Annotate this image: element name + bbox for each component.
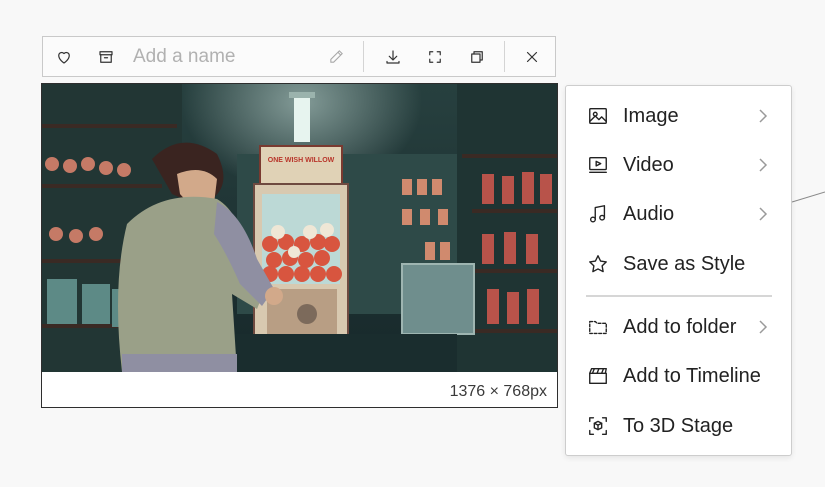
pencil-icon: [329, 50, 343, 63]
menu-item-image[interactable]: Image: [566, 94, 791, 138]
download-icon: [386, 49, 400, 64]
fullscreen-icon: [429, 50, 441, 63]
duplicate-button[interactable]: [456, 37, 498, 76]
toolbar-divider: [504, 41, 505, 72]
menu-item-add-to-timeline[interactable]: Add to Timeline: [566, 354, 791, 398]
machine-sign-text: ONE WISH WILLOW: [268, 157, 335, 164]
menu-item-label: Video: [623, 153, 674, 176]
chevron-right-icon: [757, 108, 769, 124]
menu-item-label: To 3D Stage: [623, 414, 734, 437]
menu-item-add-to-folder[interactable]: Add to folder: [566, 305, 791, 349]
folder-dashed-icon: [586, 315, 610, 339]
image-preview[interactable]: ONE WISH WILLOW 1376 × 768px: [41, 83, 558, 408]
star-icon: [586, 252, 610, 276]
menu-item-video[interactable]: Video: [566, 143, 791, 187]
cube-scan-icon: [586, 414, 610, 438]
menu-divider: [586, 295, 772, 297]
name-input[interactable]: [127, 37, 315, 76]
fullscreen-button[interactable]: [414, 37, 456, 76]
chevron-right-icon: [757, 319, 769, 335]
canvas: ONE WISH WILLOW 1376 × 768px: [0, 0, 825, 487]
music-note-icon: [586, 202, 610, 226]
menu-item-to-3d-stage[interactable]: To 3D Stage: [566, 404, 791, 448]
rename-button[interactable]: [323, 37, 349, 76]
image-icon: [586, 104, 610, 128]
archive-icon: [99, 50, 113, 63]
menu-item-label: Save as Style: [623, 252, 746, 275]
menu-item-label: Add to folder: [623, 315, 737, 338]
menu-item-save-as-style[interactable]: Save as Style: [566, 242, 791, 286]
chevron-right-icon: [757, 157, 769, 173]
menu-item-label: Add to Timeline: [623, 364, 761, 387]
close-button[interactable]: [511, 37, 553, 76]
archive-button[interactable]: [85, 37, 127, 76]
download-button[interactable]: [372, 37, 414, 76]
image-dimensions: 1376 × 768px: [449, 383, 547, 400]
menu-item-label: Image: [623, 104, 679, 127]
duplicate-icon: [471, 50, 483, 63]
video-icon: [586, 153, 610, 177]
toolbar-divider: [363, 41, 364, 72]
favorite-button[interactable]: [43, 37, 85, 76]
shop-scene-image: ONE WISH WILLOW: [42, 84, 557, 372]
chevron-right-icon: [757, 206, 769, 222]
menu-item-label: Audio: [623, 202, 675, 225]
close-icon: [526, 51, 538, 62]
heart-icon: [58, 51, 70, 64]
image-toolbar: [42, 36, 556, 77]
context-menu: Image Video Audio Save as Style Add to f…: [565, 85, 792, 456]
clapperboard-icon: [586, 364, 610, 388]
menu-item-audio[interactable]: Audio: [566, 192, 791, 236]
